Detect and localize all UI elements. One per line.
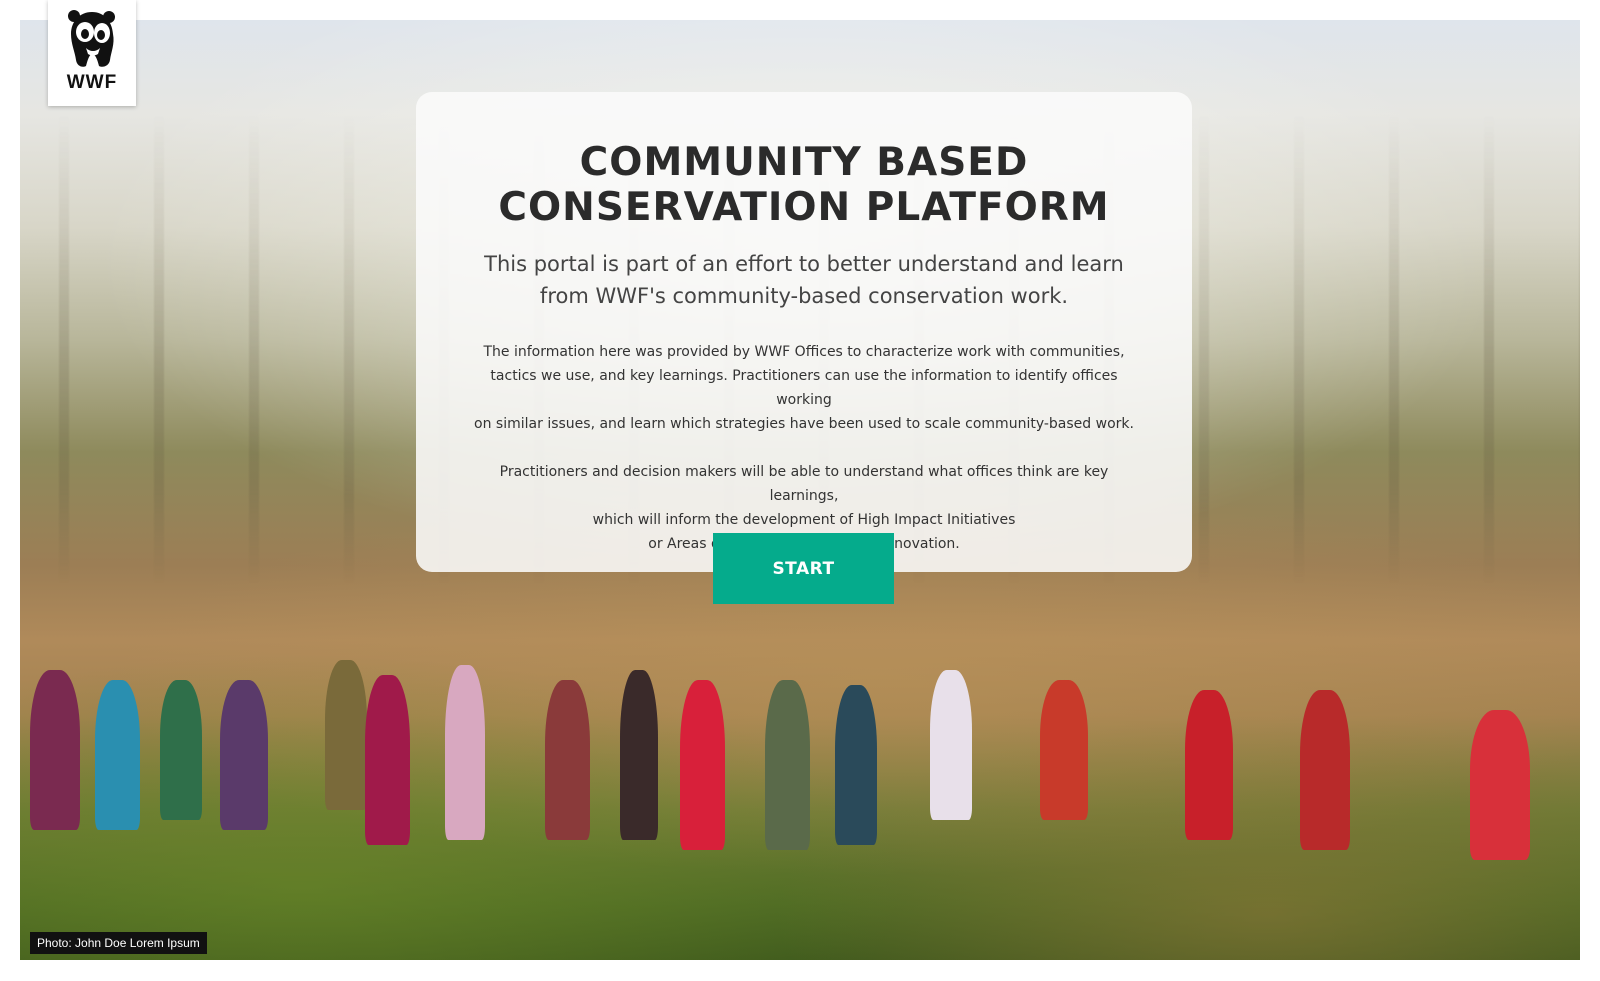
paragraph-line: The information here was provided by WWF… xyxy=(483,344,1125,360)
title-line-2: CONSERVATION PLATFORM xyxy=(498,185,1110,230)
panda-icon xyxy=(62,8,122,70)
walking-person xyxy=(1300,690,1350,850)
walking-person xyxy=(1185,690,1233,840)
walking-person xyxy=(30,670,80,830)
walking-person xyxy=(160,680,202,820)
walking-person xyxy=(95,680,140,830)
page-subtitle: This portal is part of an effort to bett… xyxy=(484,252,1124,308)
start-button[interactable]: START xyxy=(713,533,894,604)
walking-person xyxy=(445,665,485,840)
paragraph-line: tactics we use, and key learnings. Pract… xyxy=(490,368,1118,408)
walking-person xyxy=(545,680,590,840)
walking-person xyxy=(680,680,725,850)
walking-person xyxy=(765,680,810,850)
title-line-1: COMMUNITY BASED xyxy=(579,140,1029,185)
walking-person xyxy=(220,680,268,830)
paragraph-line: Practitioners and decision makers will b… xyxy=(499,464,1109,504)
walking-person xyxy=(365,675,410,845)
walking-person xyxy=(620,670,658,840)
paragraph-line: which will inform the development of Hig… xyxy=(592,512,1016,528)
intro-card: COMMUNITY BASED CONSERVATION PLATFORM Th… xyxy=(416,92,1192,572)
walking-person xyxy=(835,685,877,845)
walking-person xyxy=(325,660,367,810)
photo-credit: Photo: John Doe Lorem Ipsum xyxy=(30,932,207,954)
paragraph-line: on similar issues, and learn which strat… xyxy=(474,416,1134,432)
wwf-logo-text: WWF xyxy=(66,72,118,93)
walking-person xyxy=(930,670,972,820)
walking-person xyxy=(1470,710,1530,860)
walking-person xyxy=(1040,680,1088,820)
page-title: COMMUNITY BASED CONSERVATION PLATFORM xyxy=(416,140,1192,230)
wwf-logo[interactable]: WWF xyxy=(48,0,136,106)
description-paragraph-1: The information here was provided by WWF… xyxy=(474,340,1134,436)
